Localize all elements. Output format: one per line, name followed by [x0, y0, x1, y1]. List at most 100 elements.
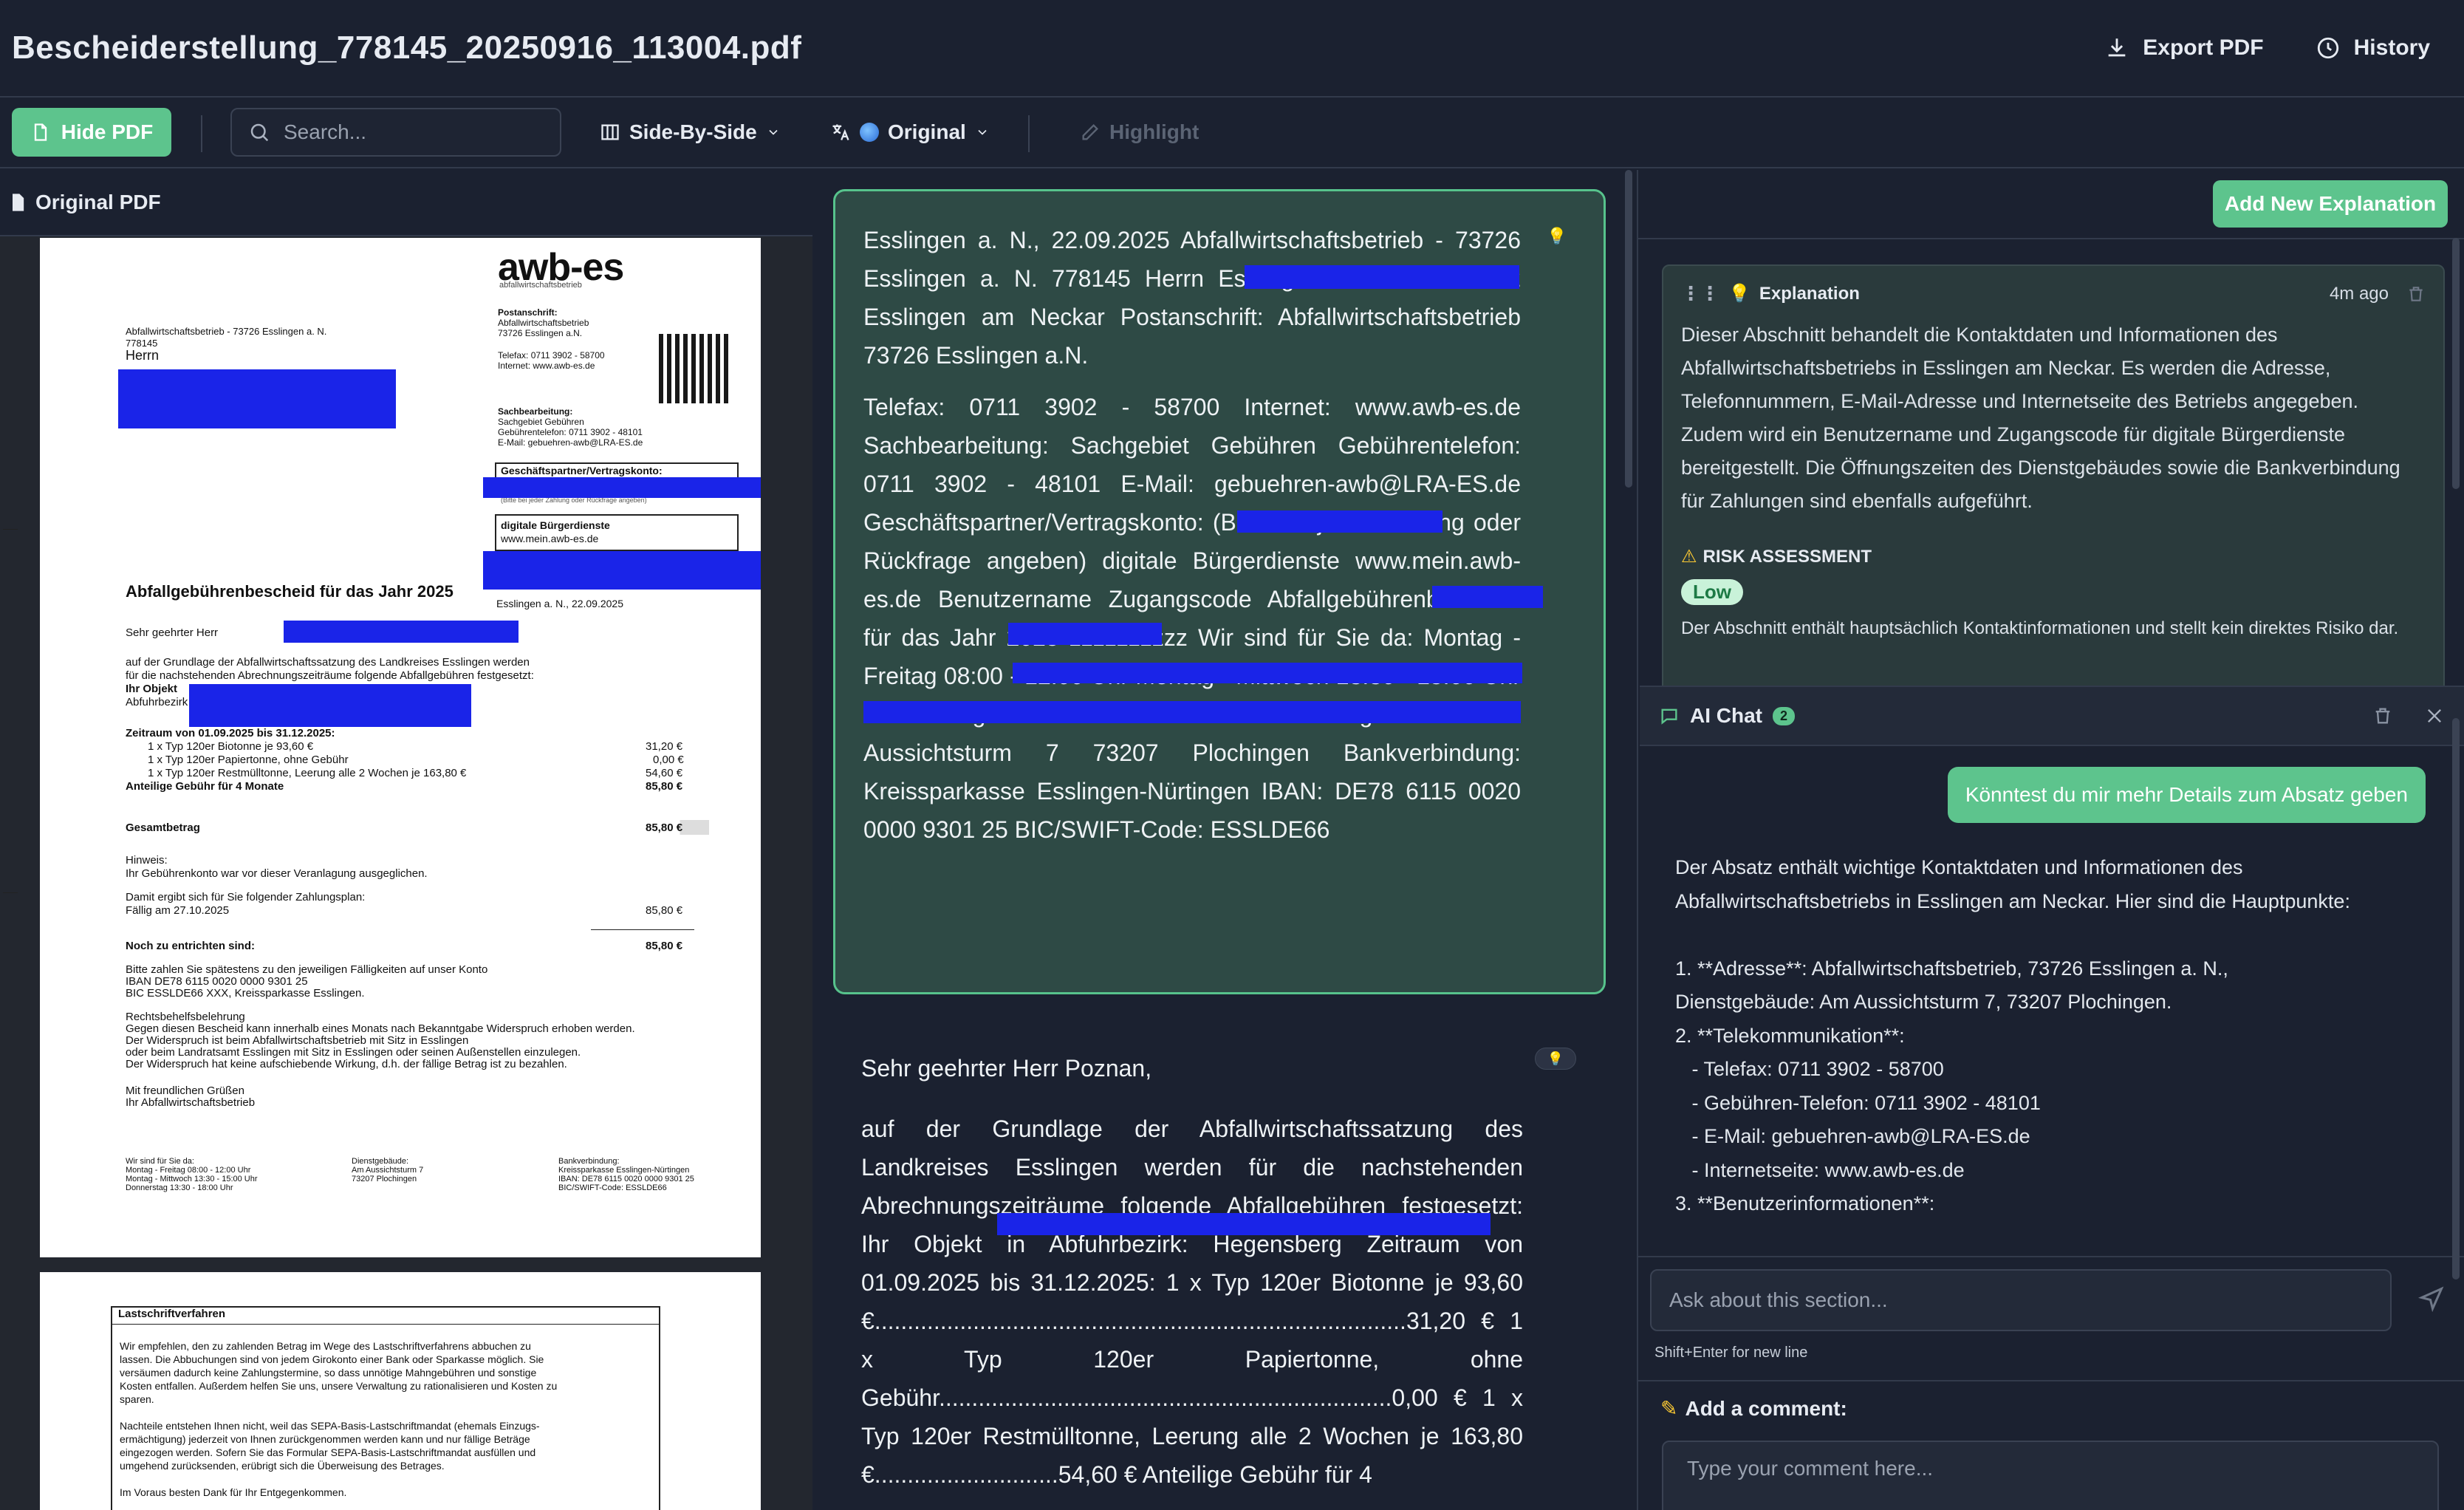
ai-message: Der Absatz enthält wichtige Kontaktdaten…: [1675, 856, 2350, 1215]
language-label: Original: [888, 120, 966, 143]
divider: [1638, 1380, 2464, 1381]
lightbulb-icon: 💡: [1728, 284, 1751, 304]
highlight-label: Highlight: [1109, 120, 1200, 143]
explanation-meta: 4m ago: [2330, 284, 2426, 304]
intro-line: auf der Grundlage der Abfallwirtschaftss…: [126, 656, 530, 669]
segments-scrollbar[interactable]: [1623, 170, 1634, 1510]
history-label: History: [2353, 35, 2430, 60]
history-button[interactable]: History: [2316, 35, 2430, 61]
highlight-button[interactable]: Highlight: [1080, 108, 1199, 157]
send-icon[interactable]: [2418, 1285, 2445, 1312]
total-value: 85,80 €: [646, 821, 683, 834]
original-pdf-pane: Original PDF awb-es abfallwirtschaftsbet…: [0, 170, 812, 1510]
explanation-label: Explanation: [1759, 283, 1860, 304]
salutation: Herrn: [126, 348, 160, 363]
redaction: [189, 684, 471, 727]
due-line: Fällig am 27.10.2025: [126, 904, 230, 917]
scrollbar-thumb[interactable]: [2452, 238, 2460, 489]
open-amount-label: Noch zu entrichten sind:: [126, 940, 256, 952]
toolbar-divider: [1028, 115, 1030, 152]
close-icon[interactable]: [2424, 706, 2445, 726]
pencil-icon: ✎: [1660, 1397, 1678, 1420]
segment-paragraph: Telefax: 0711 3902 - 58700 Internet: www…: [863, 394, 1521, 843]
redaction: [1245, 265, 1519, 289]
note-line: Ihr Gebührenkonto war vor dieser Veranla…: [126, 867, 428, 880]
partner-account-heading: Geschäftspartner/Vertragskonto:: [501, 465, 663, 476]
scrollbar-thumb[interactable]: [1625, 170, 1632, 488]
redaction: [1432, 586, 1543, 608]
hide-pdf-button[interactable]: Hide PDF: [12, 108, 171, 157]
app-root: Bescheiderstellung_778145_20250916_11300…: [0, 0, 2464, 1510]
comment-field[interactable]: [1662, 1441, 2439, 1510]
explanation-text: Dieser Abschnitt behandelt die Kontaktda…: [1681, 324, 2400, 512]
chevron-down-icon: [769, 129, 778, 135]
footer-hours-heading: Wir sind für Sie da:: [126, 1157, 194, 1166]
direct-debit-line: Im Voraus besten Dank für Ihr Entgegenko…: [120, 1486, 347, 1498]
redaction: [284, 621, 519, 643]
direct-debit-line: sparen.: [120, 1393, 154, 1405]
notice-heading: Abfallgebührenbescheid für das Jahr 2025: [126, 582, 454, 601]
message-count-badge: 2: [1773, 706, 1796, 725]
insights-scrollbar[interactable]: [2452, 238, 2461, 1494]
chat-input-area: Shift+Enter for new line: [1650, 1269, 2455, 1362]
qr-code: [659, 334, 728, 403]
fee-item: 1 x Typ 120er Biotonne je 93,60 €: [148, 740, 314, 753]
download-icon: [2108, 38, 2126, 57]
document-icon: [13, 194, 24, 211]
original-pdf-header: Original PDF: [0, 170, 812, 236]
scrollbar-thumb[interactable]: [2452, 718, 2460, 1280]
segment-card-selected[interactable]: Esslingen a. N., 22.09.2025 Abfallwirtsc…: [833, 189, 1606, 994]
view-mode-dropdown[interactable]: Side-By-Side: [600, 108, 781, 157]
direct-debit-line: versäumen dadurch keine Zahlungstermine,…: [120, 1367, 537, 1379]
search-box[interactable]: [230, 108, 561, 157]
segment-card[interactable]: Sehr geehrter Herr Poznan, auf der Grund…: [833, 1019, 1606, 1510]
total-row: [126, 820, 709, 835]
payment-line: BIC ESSLDE66 XXX, Kreissparkasse Essling…: [126, 987, 365, 1000]
footer-building-heading: Dienstgebäude:: [352, 1157, 409, 1166]
lightbulb-icon[interactable]: 💡: [1546, 225, 1568, 247]
direct-debit-line: Kosten entfallen. Außerdem helfen Sie un…: [120, 1380, 558, 1392]
columns-icon: [601, 124, 619, 140]
note-heading: Hinweis:: [126, 854, 168, 867]
insights-pane: Add New Explanation ⋮⋮ 💡 Explanation 4m …: [1637, 170, 2464, 1510]
add-explanation-button[interactable]: Add New Explanation: [2213, 180, 2448, 228]
view-mode-label: Side-By-Side: [629, 120, 757, 143]
toolbar: Hide PDF Side-By-Side Original Highlight: [0, 99, 2464, 168]
globe-icon: [860, 123, 879, 142]
fold-mark: [3, 892, 18, 893]
warning-icon: ⚠: [1681, 547, 1697, 567]
redaction: [1237, 510, 1443, 533]
pencil-icon: [1082, 124, 1098, 140]
explanation-header: ⋮⋮ 💡 Explanation 4m ago: [1681, 282, 2426, 305]
sachbearbeitung-line: E-Mail: gebuehren-awb@LRA-ES.de: [498, 437, 643, 448]
drag-handle-icon[interactable]: ⋮⋮: [1681, 282, 1719, 305]
trash-icon[interactable]: [2372, 706, 2393, 726]
direct-debit-line: Nachteile entstehen Ihnen nicht, weil da…: [120, 1420, 540, 1432]
language-dropdown[interactable]: Original: [830, 108, 990, 157]
ai-chat-title: AI Chat: [1690, 704, 1762, 727]
footer-hours-line: Montag - Freitag 08:00 - 12:00 Uhr: [126, 1166, 251, 1175]
trash-icon[interactable]: [2406, 284, 2426, 304]
period-line: Zeitraum von 01.09.2025 bis 31.12.2025:: [126, 727, 335, 739]
redaction: [997, 1213, 1491, 1235]
lightbulb-icon[interactable]: 💡: [1535, 1048, 1576, 1070]
footer-bank-line: Kreissparkasse Esslingen-Nürtingen: [558, 1166, 690, 1175]
footer-bank-heading: Bankverbindung:: [558, 1157, 620, 1166]
search-input[interactable]: [282, 120, 548, 145]
payment-plan-line: Damit ergibt sich für Sie folgender Zahl…: [126, 891, 366, 903]
segment-paragraph: auf der Grundlage der Abfallwirtschaftss…: [861, 1116, 1523, 1488]
risk-assessment-label: RISK ASSESSMENT: [1702, 546, 1872, 567]
redaction: [483, 551, 761, 590]
comment-label: Add a comment:: [1685, 1396, 1847, 1420]
footer-hours-line: Montag - Mittwoch 13:30 - 15:00 Uhr: [126, 1175, 258, 1183]
digital-services-heading: digitale Bürgerdienste: [501, 519, 610, 531]
postanschrift-line: 73726 Esslingen a.N.: [498, 328, 583, 338]
chat-input[interactable]: [1650, 1269, 2392, 1331]
app-header: Bescheiderstellung_778145_20250916_11300…: [0, 0, 2464, 98]
due-value: 85,80 €: [646, 904, 683, 917]
export-pdf-button[interactable]: Export PDF: [2104, 35, 2264, 61]
export-pdf-label: Export PDF: [2143, 35, 2264, 60]
footer-bank-line: IBAN: DE78 6115 0020 0000 9301 25: [558, 1175, 694, 1183]
redaction: [118, 369, 396, 428]
clock-icon: [2317, 37, 2338, 59]
